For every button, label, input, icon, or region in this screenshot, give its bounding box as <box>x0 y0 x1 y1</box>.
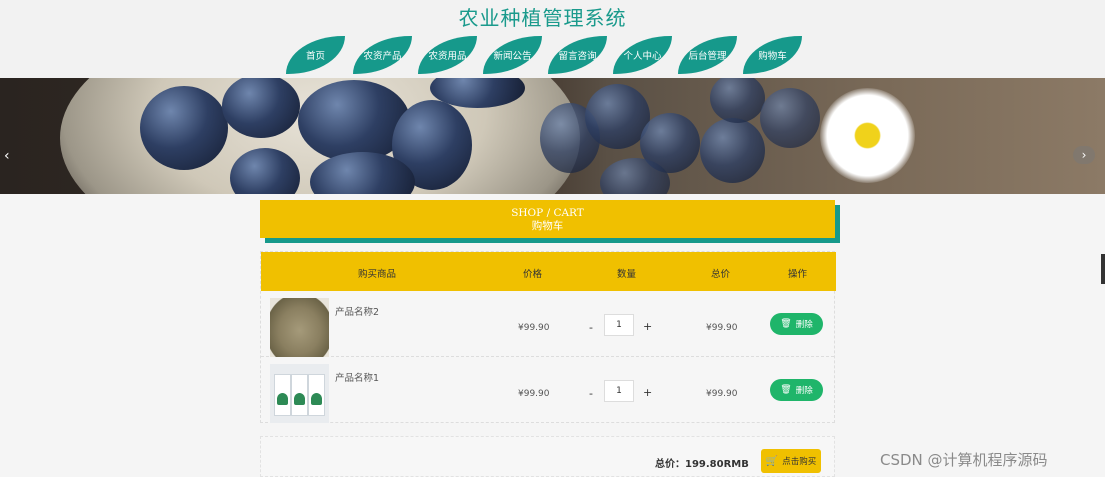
product-price: ¥99.90 <box>518 389 550 399</box>
delete-button[interactable]: 🗑 删除 <box>770 313 823 335</box>
banner-carousel: ‹ › <box>0 78 1105 194</box>
nav-item-news[interactable]: 新闻公告 <box>483 36 542 74</box>
product-name[interactable]: 产品名称2 <box>335 304 379 318</box>
nav-item-profile[interactable]: 个人中心 <box>613 36 672 74</box>
buy-button-label: 点击购买 <box>782 457 817 467</box>
nav-item-agri-products[interactable]: 农资产品 <box>353 36 412 74</box>
bag-image <box>274 374 291 416</box>
bag-image <box>291 374 308 416</box>
cart-table-header: 购买商品 价格 数量 总价 操作 <box>261 252 836 291</box>
side-tab[interactable] <box>1101 254 1105 284</box>
delete-label: 删除 <box>795 320 813 330</box>
line-total: ¥99.90 <box>706 323 738 333</box>
column-header-total: 总价 <box>711 269 731 280</box>
daisy-image <box>820 88 915 183</box>
line-total: ¥99.90 <box>706 389 738 399</box>
header: 农业种植管理系统 首页 农资产品 农资用品 新闻公告 留言咨询 个人中心 后台管… <box>0 0 1105 78</box>
trash-icon: 🗑 <box>780 319 792 329</box>
delete-label: 删除 <box>795 386 813 396</box>
column-header-quantity: 数量 <box>617 269 637 280</box>
section-title-en: SHOP / CART <box>511 207 584 219</box>
chevron-left-icon[interactable]: ‹ <box>4 148 10 164</box>
quantity-input[interactable]: 1 <box>604 380 634 402</box>
product-image[interactable] <box>270 364 329 423</box>
cart-table: 购买商品 价格 数量 总价 操作 产品名称2 ¥99.90 - 1 + ¥99.… <box>260 251 836 423</box>
bag-image <box>308 374 325 416</box>
trash-icon: 🗑 <box>780 385 792 395</box>
quantity-decrease-button[interactable]: - <box>589 387 593 400</box>
blueberry-image <box>760 88 820 148</box>
column-header-product: 购买商品 <box>358 269 397 280</box>
nav-item-cart[interactable]: 购物车 <box>743 36 802 74</box>
nav-item-messages[interactable]: 留言咨询 <box>548 36 607 74</box>
nav-item-home[interactable]: 首页 <box>286 36 345 74</box>
column-header-actions: 操作 <box>788 269 808 280</box>
nav-item-agri-supplies[interactable]: 农资用品 <box>418 36 477 74</box>
table-row: 产品名称2 ¥99.90 - 1 + ¥99.90 🗑 删除 <box>261 292 834 357</box>
chevron-right-icon[interactable]: › <box>1073 146 1095 164</box>
nav-item-admin[interactable]: 后台管理 <box>678 36 737 74</box>
buy-button[interactable]: 🛒 点击购买 <box>761 449 821 473</box>
quantity-input[interactable]: 1 <box>604 314 634 336</box>
blueberry-image <box>710 78 765 123</box>
section-title-cn: 购物车 <box>531 220 564 232</box>
main-nav: 首页 农资产品 农资用品 新闻公告 留言咨询 个人中心 后台管理 购物车 <box>286 36 808 76</box>
site-title: 农业种植管理系统 <box>458 6 627 30</box>
section-title: SHOP / CART 购物车 <box>260 200 835 238</box>
blueberry-image <box>700 118 765 183</box>
quantity-increase-button[interactable]: + <box>643 386 652 399</box>
table-row: 产品名称1 ¥99.90 - 1 + ¥99.90 🗑 删除 <box>261 358 834 423</box>
product-price: ¥99.90 <box>518 323 550 333</box>
quantity-decrease-button[interactable]: - <box>589 321 593 334</box>
blueberry-image <box>140 86 228 170</box>
product-name[interactable]: 产品名称1 <box>335 370 379 384</box>
cart-summary: 总价：199.80RMB 🛒 点击购买 <box>260 436 835 477</box>
column-header-price: 价格 <box>523 269 543 280</box>
quantity-increase-button[interactable]: + <box>643 320 652 333</box>
cart-total: 总价：199.80RMB <box>655 459 749 470</box>
watermark: CSDN @计算机程序源码 <box>880 451 1048 469</box>
cart-icon: 🛒 <box>765 455 779 467</box>
delete-button[interactable]: 🗑 删除 <box>770 379 823 401</box>
product-image[interactable] <box>270 298 329 357</box>
